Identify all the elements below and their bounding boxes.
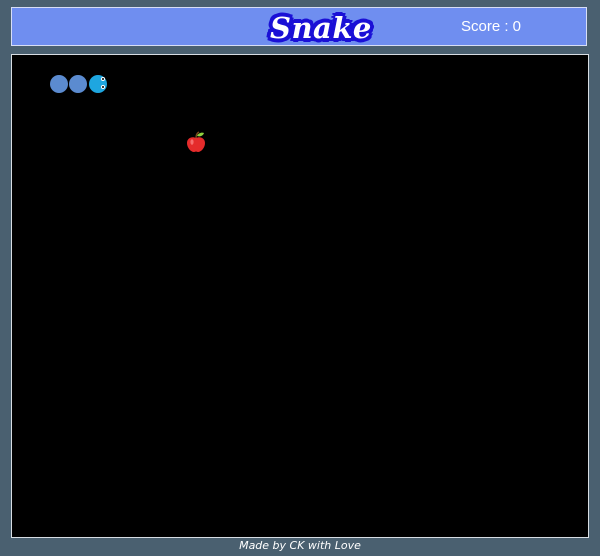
game-header: Snake Score : 0 (11, 7, 587, 46)
game-title: Snake (270, 11, 372, 45)
score-display: Score : 0 (461, 18, 522, 35)
snake-eye (101, 77, 105, 81)
game-board[interactable] (11, 54, 589, 538)
snake-head (89, 75, 107, 93)
snake-eye (101, 85, 105, 89)
apple-icon (187, 131, 205, 152)
footer-credit: Made by CK with Love (239, 539, 361, 552)
snake-body-segment (69, 75, 87, 93)
snake-body-segment (50, 75, 68, 93)
